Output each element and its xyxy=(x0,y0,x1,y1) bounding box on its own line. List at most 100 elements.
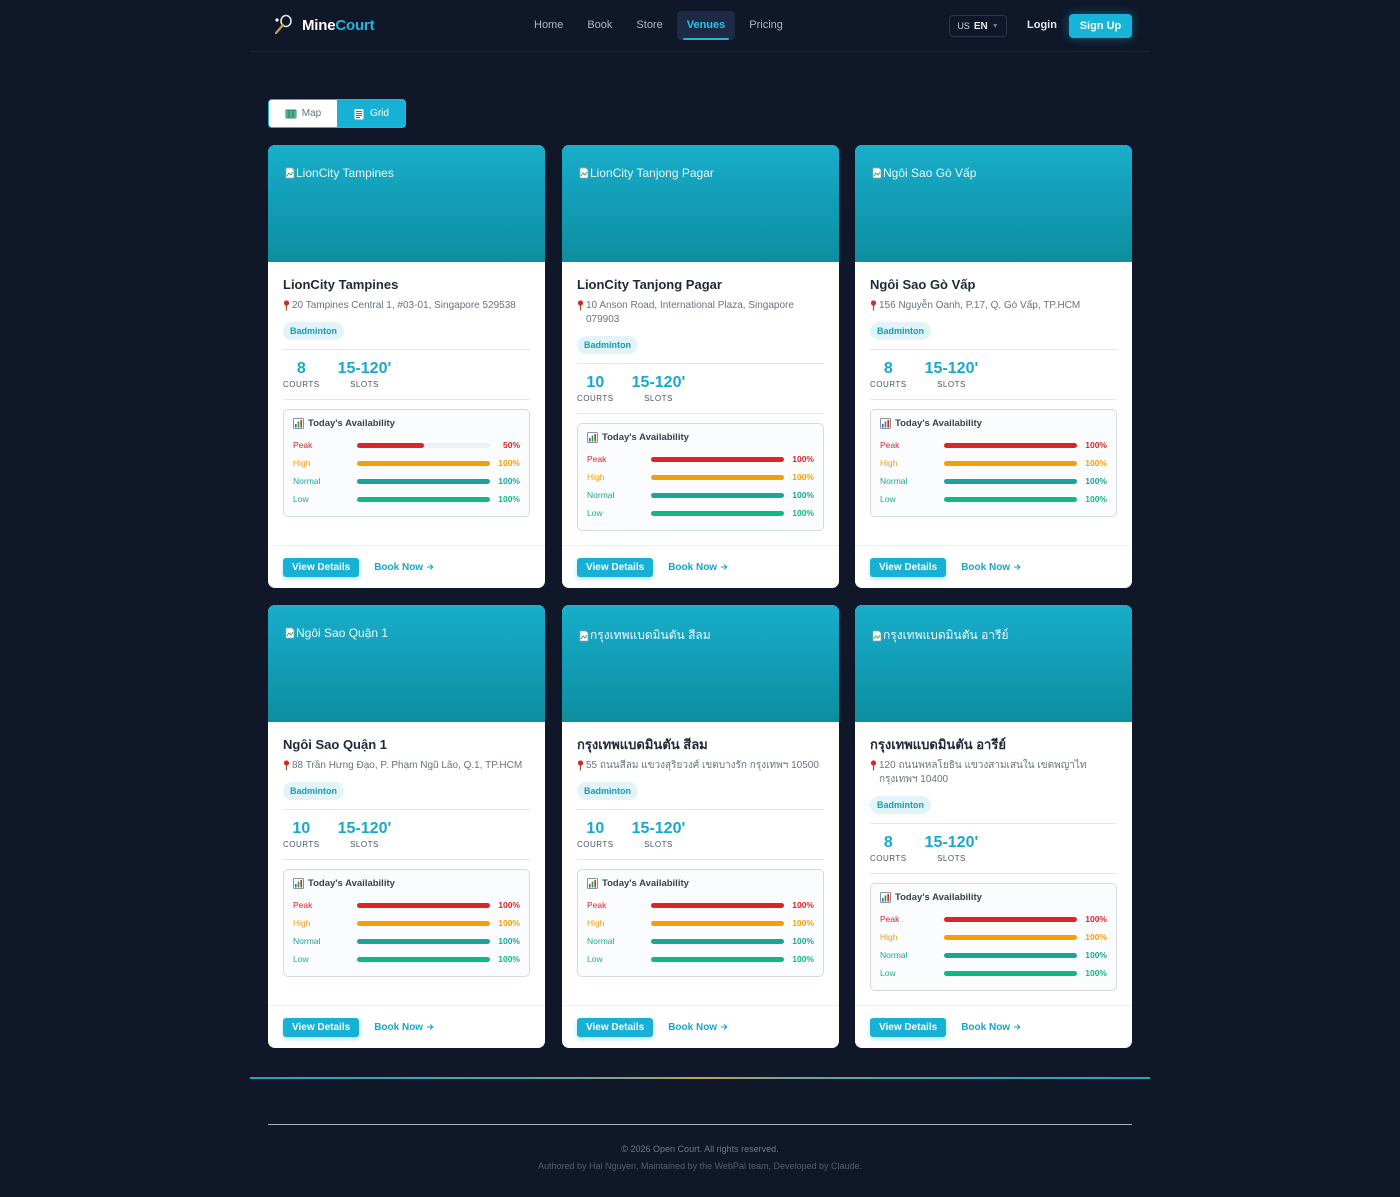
footer-copyright: © 2026 Open Court. All rights reserved. xyxy=(621,1144,779,1154)
availability-bar-fill xyxy=(651,510,784,516)
venue-card-actions: View Details Book Now xyxy=(562,545,839,588)
venue-name[interactable]: กรุงเทพแบดมินตัน สีลม xyxy=(577,737,824,753)
venue-image[interactable]: LionCity Tampines xyxy=(268,145,545,262)
availability-percent: 100% xyxy=(498,458,520,468)
slots-stat: 15-120' SLOTS xyxy=(925,359,979,389)
map-view-button[interactable]: Map xyxy=(269,100,337,127)
availability-tier-label: High xyxy=(293,918,311,928)
availability-row-low: Low 100% xyxy=(293,490,520,508)
venue-image-alt: Ngôi Sao Gò Vấp xyxy=(872,166,976,180)
arrow-right-icon xyxy=(1014,564,1021,570)
availability-bar xyxy=(357,442,490,448)
availability-bar xyxy=(357,938,490,944)
availability-bar-fill xyxy=(357,956,490,962)
venue-address: 55 ถนนสีลม แขวงสุริยวงศ์ เขตบางรัก กรุงเ… xyxy=(577,759,824,773)
nav-link-book[interactable]: Book xyxy=(577,11,622,40)
venue-image-alt: กรุงเทพแบดมินตัน สีลม xyxy=(579,626,711,645)
location-pin-icon xyxy=(283,300,290,311)
availability-row-high: High 100% xyxy=(293,454,520,472)
grid-view-button[interactable]: Grid xyxy=(337,100,405,127)
venue-name[interactable]: กรุงเทพแบดมินตัน อารีย์ xyxy=(870,737,1117,753)
availability-tier-label: Low xyxy=(880,494,896,504)
availability-percent: 100% xyxy=(792,900,814,910)
availability-row-normal: Normal 100% xyxy=(587,932,814,950)
view-details-button[interactable]: View Details xyxy=(870,1017,947,1037)
availability-title-text: Today's Availability xyxy=(308,878,395,889)
venue-image[interactable]: Ngôi Sao Quận 1 xyxy=(268,605,545,722)
book-now-link[interactable]: Book Now xyxy=(961,1022,1021,1033)
venue-name[interactable]: Ngôi Sao Gò Vấp xyxy=(870,277,1117,293)
slots-range: 15-120' xyxy=(924,360,979,377)
availability-bar-fill xyxy=(357,920,490,926)
availability-percent: 100% xyxy=(498,476,520,486)
view-details-button[interactable]: View Details xyxy=(283,557,360,577)
venue-image[interactable]: LionCity Tanjong Pagar xyxy=(562,145,839,262)
venue-card-body: กรุงเทพแบดมินตัน อารีย์ 120 ถนนพหลโยธิน … xyxy=(855,737,1132,991)
nav-link-store[interactable]: Store xyxy=(626,11,672,40)
view-details-button[interactable]: View Details xyxy=(870,557,947,577)
footer-divider xyxy=(268,1124,1132,1125)
availability-tier-label: Low xyxy=(293,494,309,504)
venue-image[interactable]: กรุงเทพแบดมินตัน สีลม xyxy=(562,605,839,722)
book-now-label: Book Now xyxy=(668,561,718,573)
nav-link-pricing[interactable]: Pricing xyxy=(739,11,793,40)
slots-label: SLOTS xyxy=(937,854,966,863)
nav-link-venues[interactable]: Venues xyxy=(676,11,736,40)
availability-panel: Today's Availability Peak 100% High 100% Nor… xyxy=(577,869,824,977)
availability-bar-fill xyxy=(357,460,490,466)
book-now-link[interactable]: Book Now xyxy=(668,1022,728,1033)
availability-percent: 100% xyxy=(498,936,520,946)
venue-card-actions: View Details Book Now xyxy=(855,545,1132,588)
availability-bar-fill xyxy=(357,478,490,484)
signup-button[interactable]: Sign Up xyxy=(1069,14,1132,38)
view-details-button[interactable]: View Details xyxy=(283,1017,360,1037)
availability-bar xyxy=(357,920,490,926)
availability-row-normal: Normal 100% xyxy=(880,946,1107,964)
badminton-racket-icon xyxy=(274,14,292,35)
courts-count: 8 xyxy=(883,360,893,377)
courts-count: 10 xyxy=(586,374,605,391)
venue-card-body: LionCity Tanjong Pagar 10 Anson Road, In… xyxy=(562,277,839,531)
courts-label: COURTS xyxy=(283,380,320,389)
courts-stat: 8 COURTS xyxy=(870,833,907,863)
location-pin-icon xyxy=(870,760,877,771)
broken-image-icon xyxy=(579,630,589,641)
venue-stats: 8 COURTS 15-120' SLOTS xyxy=(283,350,530,399)
venue-card: Ngôi Sao Gò Vấp Ngôi Sao Gò Vấp 156 Nguy… xyxy=(855,145,1132,588)
book-now-link[interactable]: Book Now xyxy=(961,562,1021,573)
slots-label: SLOTS xyxy=(350,840,379,849)
divider xyxy=(577,859,824,860)
availability-panel: Today's Availability Peak 100% High 100% Nor… xyxy=(870,883,1117,991)
courts-count: 10 xyxy=(292,820,311,837)
nav-link-home[interactable]: Home xyxy=(524,11,573,40)
login-link[interactable]: Login xyxy=(1027,19,1057,31)
availability-title: Today's Availability xyxy=(293,418,520,429)
arrow-right-icon xyxy=(721,564,728,570)
location-pin-icon xyxy=(577,300,584,311)
availability-percent: 100% xyxy=(792,954,814,964)
slots-stat: 15-120' SLOTS xyxy=(338,819,392,849)
availability-row-peak: Peak 100% xyxy=(587,450,814,468)
brand-logo[interactable]: MineCourt xyxy=(272,14,375,36)
availability-tier-label: Low xyxy=(293,954,309,964)
book-now-link[interactable]: Book Now xyxy=(374,562,434,573)
availability-row-low: Low 100% xyxy=(880,964,1107,982)
language-flag: US xyxy=(957,21,970,31)
view-details-button[interactable]: View Details xyxy=(577,557,654,577)
venue-image[interactable]: กรุงเทพแบดมินตัน อารีย์ xyxy=(855,605,1132,722)
location-pin-icon xyxy=(283,760,290,771)
book-now-link[interactable]: Book Now xyxy=(374,1022,434,1033)
availability-bar xyxy=(651,902,784,908)
slots-range: 15-120' xyxy=(924,834,979,851)
venue-name[interactable]: Ngôi Sao Quận 1 xyxy=(283,737,530,753)
book-now-link[interactable]: Book Now xyxy=(668,562,728,573)
venue-image-alt-text: Ngôi Sao Quận 1 xyxy=(296,626,389,640)
view-details-button[interactable]: View Details xyxy=(577,1017,654,1037)
venue-name[interactable]: LionCity Tanjong Pagar xyxy=(577,277,824,293)
availability-percent: 100% xyxy=(498,900,520,910)
venue-name[interactable]: LionCity Tampines xyxy=(283,277,530,293)
availability-rows: Peak 100% High 100% Normal 100% Low 100% xyxy=(293,896,520,968)
availability-bar-fill xyxy=(944,916,1077,922)
venue-image[interactable]: Ngôi Sao Gò Vấp xyxy=(855,145,1132,262)
language-selector[interactable]: US EN ▼ xyxy=(949,15,1007,37)
